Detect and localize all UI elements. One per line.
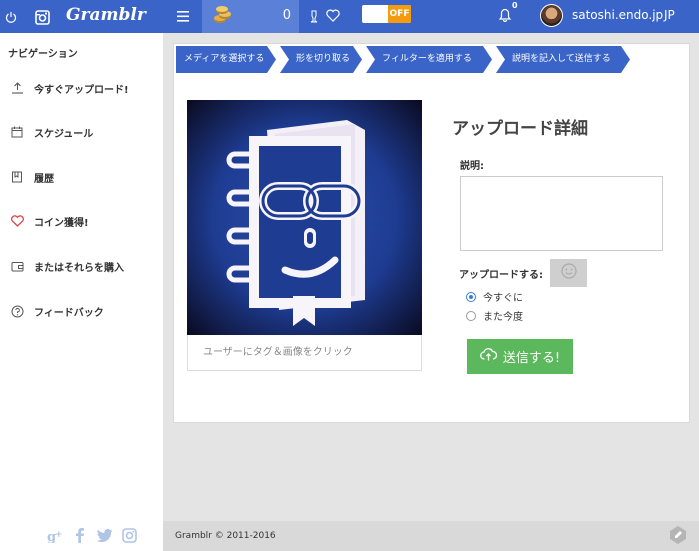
svg-text:+: + [55, 530, 63, 540]
upload-details-title: アップロード詳細 [452, 119, 588, 139]
heart-icon [0, 215, 34, 227]
emoji-picker-button[interactable] [550, 259, 587, 287]
instagram-logo-icon [34, 9, 50, 25]
calendar-icon [0, 126, 34, 138]
username[interactable]: satoshi.endo.jp [572, 8, 663, 22]
coin-balance[interactable]: 0 [202, 0, 299, 33]
submit-button[interactable]: 送信する! [467, 339, 573, 374]
wallet-icon [0, 261, 34, 272]
sidebar-item-schedule[interactable]: スケジュール [0, 117, 163, 147]
toggle-switch[interactable]: OFF [362, 5, 411, 23]
sidebar-item-history[interactable]: 履歴 [0, 162, 163, 192]
sidebar-item-label: フィードバック [34, 307, 104, 319]
menu-icon[interactable] [176, 9, 190, 23]
brand-logo[interactable]: Gramblr [66, 5, 146, 25]
footer: Gramblr © 2011-2016 [163, 521, 699, 551]
description-label: 説明: [460, 161, 484, 172]
nav-heading: ナビゲーション [8, 49, 78, 60]
radio-button-selected[interactable] [466, 291, 476, 302]
radio-upload-later[interactable]: また今度 [466, 308, 523, 323]
upload-when-label: アップロードする: [459, 270, 543, 281]
sidebar-item-label: コイン獲得! [34, 217, 89, 229]
social-links: g + [46, 527, 138, 544]
step-describe-and-send[interactable]: 説明を記入して送信する [496, 46, 630, 73]
coin-count: 0 [282, 8, 291, 23]
sidebar-item-label: 履歴 [34, 173, 54, 185]
tag-users-hint[interactable]: ユーザーにタグ＆画像をクリック [187, 335, 422, 371]
sidebar-item-buy[interactable]: またはそれらを購入 [0, 251, 163, 281]
top-bar: Gramblr 0 OFF 0 satoshi.endo.jp JP [0, 0, 699, 33]
copyright: Gramblr © 2011-2016 [175, 531, 276, 541]
submit-label: 送信する! [502, 351, 561, 366]
upload-icon [0, 82, 34, 94]
sidebar-item-label: 今すぐアップロード! [34, 84, 129, 96]
sidebar-item-feedback[interactable]: フィードバック [0, 296, 163, 326]
trophy-icon[interactable] [308, 9, 320, 23]
toggle-state-label: OFF [388, 5, 411, 23]
cloud-upload-icon [479, 348, 498, 365]
radio-upload-now[interactable]: 今すぐに [466, 289, 523, 304]
upload-card: メディアを選択する 形を切り取る フィルターを適用する 説明を記入して送信する [173, 43, 690, 423]
power-icon[interactable] [4, 10, 17, 23]
edit-badge-icon[interactable] [668, 525, 688, 549]
step-select-media[interactable]: メディアを選択する [176, 46, 276, 73]
radio-label: 今すぐに [483, 293, 523, 304]
sidebar: ナビゲーション 今すぐアップロード! スケジュール 履歴 コイン獲得! またはそ… [0, 33, 163, 551]
radio-button[interactable] [466, 310, 476, 321]
sidebar-item-upload-now[interactable]: 今すぐアップロード! [0, 73, 163, 103]
facebook-icon[interactable] [71, 527, 88, 544]
instagram-icon[interactable] [121, 527, 138, 544]
bell-icon[interactable] [498, 7, 511, 22]
step-apply-filter[interactable]: フィルターを適用する [366, 46, 492, 73]
description-field[interactable] [460, 176, 663, 251]
help-icon [0, 305, 34, 318]
sidebar-item-label: スケジュール [34, 128, 94, 140]
notification-count: 0 [512, 1, 518, 10]
smiley-icon [560, 263, 577, 283]
sidebar-item-earn-coins[interactable]: コイン獲得! [0, 206, 163, 236]
heart-outline-icon[interactable] [325, 8, 340, 22]
sidebar-item-label: またはそれらを購入 [34, 262, 124, 274]
step-crop[interactable]: 形を切り取る [280, 46, 362, 73]
preview-image [226, 120, 365, 326]
coins-icon [212, 4, 234, 26]
google-plus-icon[interactable]: g + [46, 527, 63, 544]
avatar[interactable] [540, 4, 563, 27]
bookmark-icon [0, 171, 34, 183]
language-selector[interactable]: JP [664, 8, 675, 22]
twitter-icon[interactable] [96, 527, 113, 544]
radio-label: また今度 [483, 312, 523, 323]
image-preview[interactable] [187, 100, 422, 335]
